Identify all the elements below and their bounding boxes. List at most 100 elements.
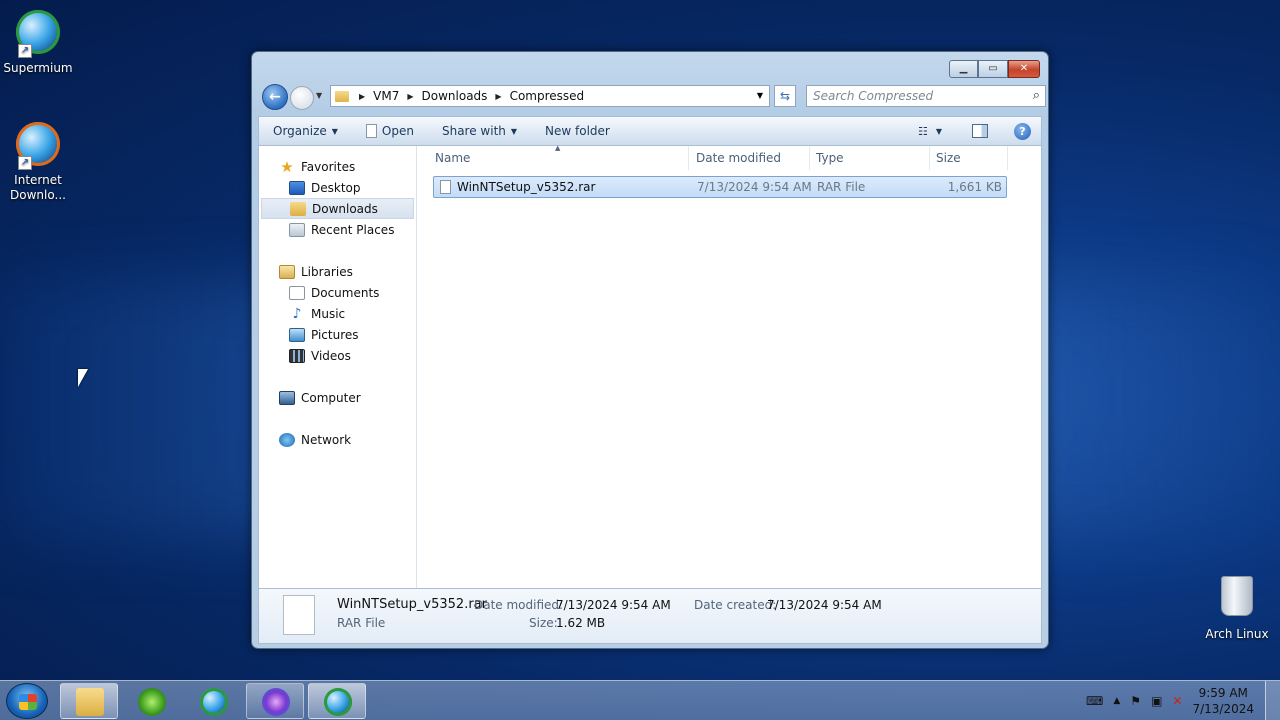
network-icon [279,432,295,447]
idm-icon: ↗ [14,122,62,170]
star-icon: ★ [280,157,294,176]
preview-pane-icon[interactable] [972,124,988,138]
nav-favorites[interactable]: ★ Favorites [259,156,416,177]
address-bar[interactable]: ▶ VM7 ▶ Downloads ▶ Compressed ▼ [330,85,770,107]
nav-label: Documents [311,285,380,300]
clock-date: 7/13/2024 [1192,702,1254,716]
chevron-right-icon[interactable]: ▶ [359,92,365,101]
chevron-right-icon[interactable]: ▶ [495,92,501,101]
navigation-bar: ← ▼ ▶ VM7 ▶ Downloads ▶ Compressed ▼ ⇆ S… [258,82,1046,110]
keyboard-icon[interactable]: ⌨ [1086,694,1103,708]
open-button[interactable]: Open [352,124,428,138]
command-bar: Organize ▼ Open Share with ▼ New folder ☷ … [258,116,1042,146]
search-input[interactable]: Search Compressed ⌕ [806,85,1046,107]
nav-computer[interactable]: Computer [259,387,416,408]
nav-documents[interactable]: Documents [259,282,416,303]
organize-button[interactable]: Organize ▼ [259,124,352,138]
forward-button[interactable] [290,86,314,110]
nav-label: Pictures [311,327,359,342]
folder-icon [335,90,349,102]
taskbar-supermium-window[interactable] [308,683,366,719]
nav-pictures[interactable]: Pictures [259,324,416,345]
column-header-name[interactable]: Name [431,146,689,170]
desktop-icon-label: Internet Downlo... [10,173,66,202]
clock[interactable]: 9:59 AM 7/13/2024 [1192,685,1254,717]
desktop-icon-internet-download-manager[interactable]: ↗ Internet Downlo... [0,120,76,203]
windows-logo-icon [19,694,37,710]
column-header-size[interactable]: Size [932,146,1008,170]
nav-downloads[interactable]: Downloads [261,198,414,219]
share-with-label: Share with [441,124,506,138]
downloads-folder-icon [290,201,306,216]
details-size-label: Size: [529,616,558,630]
breadcrumb-vm7[interactable]: VM7 [373,89,399,103]
change-view-icon[interactable]: ☷ [918,125,928,138]
help-icon[interactable]: ? [1014,122,1031,140]
rar-file-icon [283,595,315,635]
volume-muted-icon[interactable]: ✕ [1172,694,1182,708]
rar-file-icon [440,180,451,194]
desktop-icon [289,180,305,195]
new-folder-label: New folder [545,124,610,138]
file-list: ▲ Name Date modified Type Size WinNTSetu… [417,144,1041,588]
maximize-button[interactable]: ▭ [978,60,1008,78]
nav-videos[interactable]: Videos [259,345,416,366]
open-label: Open [381,124,414,138]
chevron-right-icon[interactable]: ▶ [407,92,413,101]
taskbar-supermium[interactable] [184,683,242,719]
nav-recent-places[interactable]: Recent Places [259,219,416,240]
taskbar-app[interactable] [246,683,304,719]
nav-label: Computer [301,390,361,405]
search-placeholder: Search Compressed [813,89,934,103]
taskbar-explorer[interactable] [60,683,118,719]
view-dropdown-icon[interactable]: ▼ [936,127,942,136]
chevron-down-icon: ▼ [510,126,518,136]
recent-places-icon [289,222,305,237]
address-dropdown-icon[interactable]: ▼ [757,91,763,100]
taskbar-media-center[interactable] [122,683,180,719]
desktop-icon-recycle-bin[interactable]: Arch Linux [1199,572,1275,642]
refresh-button[interactable]: ⇆ [774,85,796,107]
show-hidden-icons-icon[interactable]: ▲ [1113,696,1120,706]
nav-libraries[interactable]: Libraries [259,261,416,282]
nav-desktop[interactable]: Desktop [259,177,416,198]
file-size: 1,661 KB [947,180,1002,194]
computer-icon [279,390,295,405]
start-button[interactable] [6,683,48,719]
clock-time: 9:59 AM [1198,686,1248,700]
file-type: RAR File [817,180,866,194]
organize-label: Organize [273,124,327,138]
search-icon[interactable]: ⌕ [1033,86,1040,106]
new-folder-button[interactable]: New folder [531,124,624,138]
show-desktop-button[interactable] [1265,681,1280,720]
navigation-pane: ★ Favorites Desktop Downloads Recent Plac… [259,146,417,588]
explorer-window: ▁ ▭ ✕ ← ▼ ▶ VM7 ▶ Downloads ▶ Compressed… [251,51,1049,649]
taskbar: ⌨ ▲ ⚑ ▣ ✕ 9:59 AM 7/13/2024 [0,680,1280,720]
nav-music[interactable]: ♪ Music [259,303,416,324]
breadcrumb-compressed[interactable]: Compressed [510,89,585,103]
nav-network[interactable]: Network [259,429,416,450]
close-button[interactable]: ✕ [1008,60,1040,78]
details-date-created: 7/13/2024 9:54 AM [767,598,882,612]
file-row[interactable]: WinNTSetup_v5352.rar 7/13/2024 9:54 AM R… [433,176,1007,198]
share-with-button[interactable]: Share with ▼ [428,124,531,138]
column-header-type[interactable]: Type [812,146,930,170]
column-header-date-modified[interactable]: Date modified [692,146,810,170]
breadcrumb-downloads[interactable]: Downloads [422,89,488,103]
desktop-icon-label: Arch Linux [1205,627,1269,641]
action-center-flag-icon[interactable]: ⚑ [1130,694,1141,708]
recycle-bin-icon [1213,576,1261,624]
mouse-cursor [78,369,88,387]
file-name: WinNTSetup_v5352.rar [457,180,596,194]
network-status-icon[interactable]: ▣ [1151,694,1162,708]
system-tray: ⌨ ▲ ⚑ ▣ ✕ 9:59 AM 7/13/2024 [1086,681,1254,720]
nav-label: Network [301,432,352,447]
nav-label: Favorites [301,159,356,174]
back-button[interactable]: ← [262,84,288,110]
desktop-icon-supermium[interactable]: ↗ Supermium [0,8,76,76]
minimize-button[interactable]: ▁ [949,60,978,78]
recent-pages-dropdown[interactable]: ▼ [316,91,322,100]
folder-icon [76,688,104,716]
caption-buttons: ▁ ▭ ✕ [949,60,1040,78]
libraries-icon [279,264,295,279]
